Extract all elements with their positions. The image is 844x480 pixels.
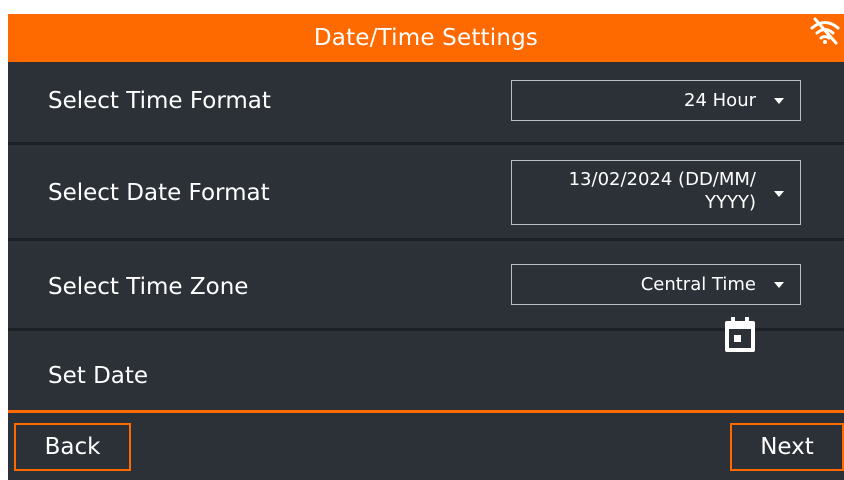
row-time-zone: Select Time Zone Central Time bbox=[8, 241, 844, 328]
chevron-down-icon bbox=[774, 98, 784, 104]
time-zone-dropdown[interactable]: Central Time bbox=[511, 264, 801, 305]
time-format-dropdown[interactable]: 24 Hour bbox=[511, 80, 801, 121]
settings-screen: Date/Time Settings Select Time Format 24… bbox=[0, 14, 844, 480]
title-bar: Date/Time Settings bbox=[8, 14, 844, 62]
back-button[interactable]: Back bbox=[14, 423, 131, 471]
time-format-label: Select Time Format bbox=[48, 88, 271, 114]
set-date-label: Set Date bbox=[48, 363, 149, 389]
time-zone-value: Central Time bbox=[640, 274, 756, 295]
calendar-icon[interactable] bbox=[723, 316, 757, 354]
settings-panel: Select Time Format 24 Hour Select Date F… bbox=[8, 62, 844, 410]
next-button[interactable]: Next bbox=[730, 423, 844, 471]
next-label: Next bbox=[760, 434, 814, 460]
caption-bar bbox=[0, 0, 844, 14]
footer-bar: Back Next bbox=[8, 410, 844, 480]
date-format-label: Select Date Format bbox=[48, 180, 270, 206]
date-format-dropdown[interactable]: 13/02/2024 (DD/MM/ YYYY) bbox=[511, 160, 801, 225]
back-label: Back bbox=[44, 434, 101, 460]
wifi-off-icon bbox=[810, 17, 840, 45]
date-format-value-line1: 13/02/2024 (DD/MM/ bbox=[568, 169, 756, 190]
time-zone-label: Select Time Zone bbox=[48, 274, 249, 300]
row-time-format: Select Time Format 24 Hour bbox=[8, 62, 844, 142]
row-set-date[interactable]: Set Date bbox=[8, 331, 844, 410]
row-date-format: Select Date Format 13/02/2024 (DD/MM/ YY… bbox=[8, 145, 844, 238]
chevron-down-icon bbox=[774, 282, 784, 288]
time-format-value: 24 Hour bbox=[684, 90, 756, 111]
chevron-down-icon bbox=[774, 191, 784, 197]
page-title: Date/Time Settings bbox=[313, 25, 539, 51]
date-format-value-line2: YYYY) bbox=[704, 192, 756, 213]
